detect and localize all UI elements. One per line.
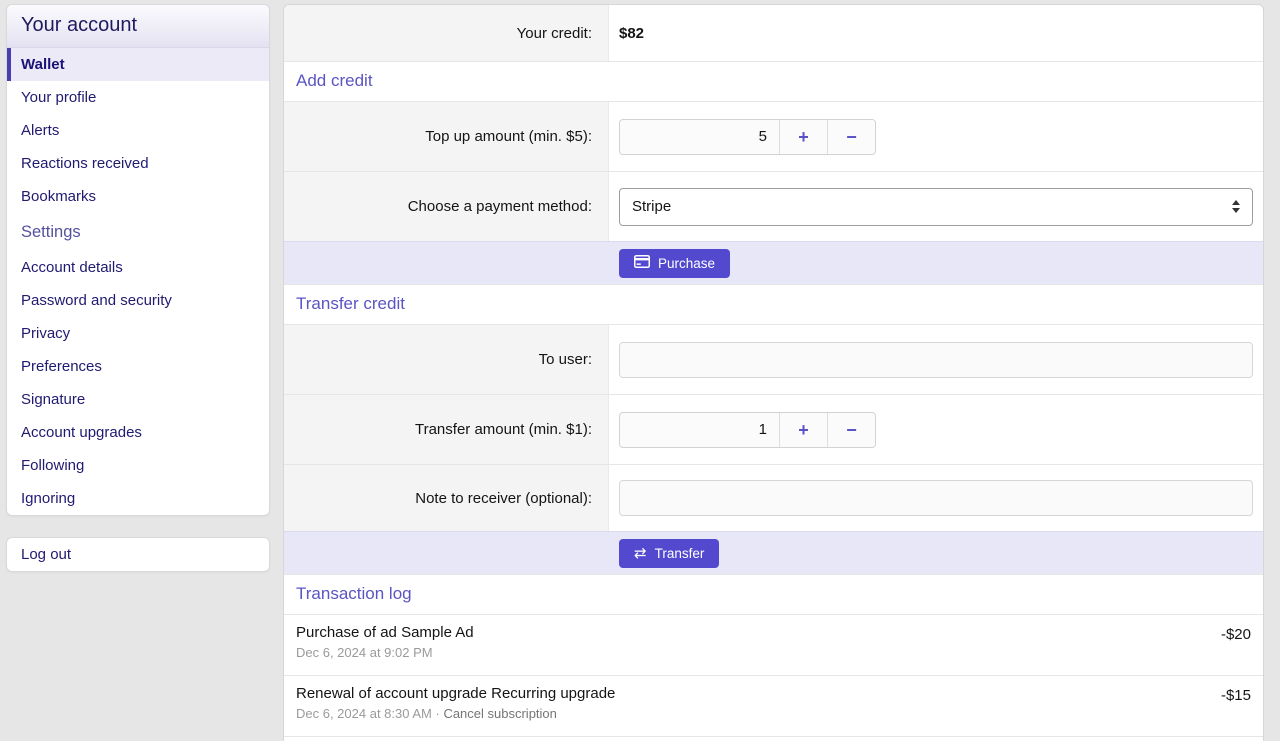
logout-card: Log out <box>6 537 270 572</box>
transfer-submit-row: ⇄ Transfer <box>284 531 1263 574</box>
sidebar-item-alerts[interactable]: Alerts <box>7 114 269 147</box>
section-title-transfer-credit: Transfer credit <box>284 284 1263 324</box>
sidebar: Your account Wallet Your profile Alerts … <box>6 4 270 572</box>
up-down-arrows-icon <box>1232 200 1240 213</box>
sidebar-item-wallet[interactable]: Wallet <box>7 48 269 81</box>
sidebar-item-ignoring[interactable]: Ignoring <box>7 482 269 515</box>
sidebar-item-signature[interactable]: Signature <box>7 383 269 416</box>
credit-row: Your credit: $82 <box>284 5 1263 61</box>
transaction-title: Renewal of account upgrade Recurring upg… <box>296 685 1221 702</box>
note-label: Note to receiver (optional): <box>284 465 609 531</box>
swap-arrows-icon: ⇄ <box>634 546 647 561</box>
sidebar-item-following[interactable]: Following <box>7 449 269 482</box>
sidebar-item-bookmarks[interactable]: Bookmarks <box>7 180 269 213</box>
account-nav-card: Your account Wallet Your profile Alerts … <box>6 4 270 516</box>
logout-button[interactable]: Log out <box>7 538 269 571</box>
page: Your account Wallet Your profile Alerts … <box>0 0 1280 741</box>
sidebar-title: Your account <box>7 5 269 48</box>
transaction-amount: -$20 <box>1221 626 1251 643</box>
panel-bottom-spacer <box>284 736 1263 741</box>
purchase-button-label: Purchase <box>658 256 715 271</box>
section-title-add-credit: Add credit <box>284 61 1263 101</box>
payment-method-label: Choose a payment method: <box>284 172 609 241</box>
transfer-button[interactable]: ⇄ Transfer <box>619 539 719 568</box>
purchase-button[interactable]: Purchase <box>619 249 730 278</box>
to-user-label: To user: <box>284 325 609 394</box>
to-user-row: To user: <box>284 324 1263 394</box>
transfer-decrement-button[interactable]: − <box>827 413 875 447</box>
payment-method-selected: Stripe <box>632 198 1232 215</box>
transfer-amount-label: Transfer amount (min. $1): <box>284 395 609 464</box>
sidebar-item-password-security[interactable]: Password and security <box>7 284 269 317</box>
transfer-amount-stepper: + − <box>619 412 876 448</box>
topup-decrement-button[interactable]: − <box>827 120 875 154</box>
topup-amount-label: Top up amount (min. $5): <box>284 102 609 171</box>
note-input[interactable] <box>619 480 1253 516</box>
meta-separator: · <box>432 706 444 721</box>
payment-method-row: Choose a payment method: Stripe <box>284 171 1263 241</box>
topup-amount-row: Top up amount (min. $5): + − <box>284 101 1263 171</box>
transfer-button-label: Transfer <box>655 546 705 561</box>
purchase-submit-row: Purchase <box>284 241 1263 284</box>
section-title-transaction-log: Transaction log <box>284 574 1263 614</box>
transaction-row: Renewal of account upgrade Recurring upg… <box>284 675 1263 736</box>
cancel-subscription-link[interactable]: Cancel subscription <box>443 706 556 721</box>
sidebar-item-reactions-received[interactable]: Reactions received <box>7 147 269 180</box>
to-user-input[interactable] <box>619 342 1253 378</box>
payment-method-select[interactable]: Stripe <box>619 188 1253 226</box>
transaction-row: Purchase of ad Sample Ad Dec 6, 2024 at … <box>284 614 1263 675</box>
note-row: Note to receiver (optional): <box>284 464 1263 531</box>
wallet-panel: Your credit: $82 Add credit Top up amoun… <box>283 4 1264 741</box>
sidebar-item-privacy[interactable]: Privacy <box>7 317 269 350</box>
credit-label: Your credit: <box>284 5 609 61</box>
transfer-amount-row: Transfer amount (min. $1): + − <box>284 394 1263 464</box>
sidebar-item-preferences[interactable]: Preferences <box>7 350 269 383</box>
sidebar-section-settings: Settings <box>7 213 269 251</box>
sidebar-item-account-details[interactable]: Account details <box>7 251 269 284</box>
transfer-increment-button[interactable]: + <box>779 413 827 447</box>
transaction-title: Purchase of ad Sample Ad <box>296 624 1221 641</box>
topup-increment-button[interactable]: + <box>779 120 827 154</box>
transaction-amount: -$15 <box>1221 687 1251 704</box>
transaction-time: Dec 6, 2024 at 9:02 PM <box>296 645 433 660</box>
transaction-time: Dec 6, 2024 at 8:30 AM <box>296 706 432 721</box>
credit-value: $82 <box>619 25 644 42</box>
transfer-amount-input[interactable] <box>620 413 779 447</box>
topup-amount-input[interactable] <box>620 120 779 154</box>
sidebar-item-your-profile[interactable]: Your profile <box>7 81 269 114</box>
topup-amount-stepper: + − <box>619 119 876 155</box>
sidebar-item-account-upgrades[interactable]: Account upgrades <box>7 416 269 449</box>
credit-card-icon <box>634 255 650 271</box>
